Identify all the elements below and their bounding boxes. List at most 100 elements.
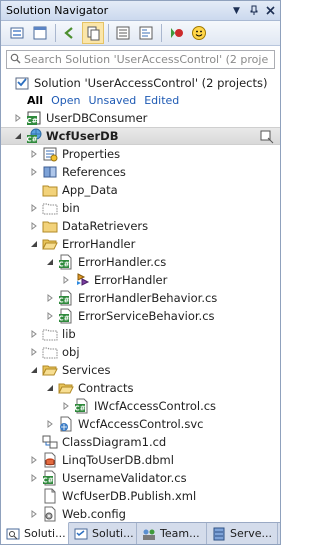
tree-item-label: ErrorServiceBehavior.cs xyxy=(78,309,215,323)
tree-item-label: Contracts xyxy=(78,381,134,395)
hidden-folder-icon xyxy=(42,200,58,216)
config-file-icon xyxy=(42,506,58,522)
csharp-file-icon: C# xyxy=(58,308,74,324)
tree-item[interactable]: References xyxy=(1,163,280,181)
tree-item[interactable]: WcfAccessControl.svc xyxy=(1,415,280,433)
collapsed-triangle-icon[interactable] xyxy=(29,167,39,177)
tree-item-label: ErrorHandlerBehavior.cs xyxy=(78,291,218,305)
tree-item[interactable]: bin xyxy=(1,199,280,217)
svg-text:C#: C# xyxy=(74,405,85,413)
collapsed-triangle-icon[interactable] xyxy=(29,221,39,231)
tree-item-label: WcfAccessControl.svc xyxy=(78,417,204,431)
expanded-triangle-icon[interactable] xyxy=(29,239,39,249)
tab-1[interactable]: Soluti... xyxy=(69,523,137,544)
tree-item[interactable]: LinqToUserDB.dbml xyxy=(1,451,280,469)
toolbar-separator xyxy=(55,24,56,42)
properties-icon xyxy=(42,146,58,162)
collapsed-triangle-icon[interactable] xyxy=(61,401,71,411)
filter-edited[interactable]: Edited xyxy=(144,94,179,107)
run-tests-icon[interactable] xyxy=(165,22,187,44)
back-icon[interactable] xyxy=(59,22,81,44)
tree-item[interactable]: C# UsernameValidator.cs xyxy=(1,469,280,487)
collapsed-triangle-icon[interactable] xyxy=(29,149,39,159)
search-row xyxy=(1,47,280,73)
solution-explorer-tab-icon xyxy=(73,526,89,542)
tree-item-label: UsernameValidator.cs xyxy=(62,471,187,485)
tree-item[interactable]: C# WcfUserDB xyxy=(1,127,280,145)
collapsed-triangle-icon[interactable] xyxy=(45,311,55,321)
class-icon xyxy=(74,272,90,288)
tree-item-label: Web.config xyxy=(62,507,126,521)
dbml-icon xyxy=(42,452,58,468)
collapsed-triangle-icon[interactable] xyxy=(45,293,55,303)
open-folder-icon xyxy=(58,380,74,396)
solution-node[interactable]: Solution 'UserAccessControl' (2 projects… xyxy=(14,75,267,91)
svg-text:C#: C# xyxy=(58,261,69,269)
tree-item[interactable]: App_Data xyxy=(1,181,280,199)
collapsed-triangle-icon[interactable] xyxy=(45,419,55,429)
tree-item[interactable]: C# IWcfAccessControl.cs xyxy=(1,397,280,415)
collapsed-triangle-icon[interactable] xyxy=(61,275,71,285)
tree-item-label: ErrorHandler xyxy=(94,273,168,287)
new-window-icon[interactable] xyxy=(29,22,51,44)
collapsed-triangle-icon[interactable] xyxy=(29,347,39,357)
tree-item-label: ErrorHandler.cs xyxy=(78,255,167,269)
tree-item[interactable]: C# ErrorHandler.cs xyxy=(1,253,280,271)
tree-item-label: LinqToUserDB.dbml xyxy=(62,453,174,467)
class-diagram-icon xyxy=(42,434,58,450)
collapse-all-icon[interactable] xyxy=(6,22,28,44)
svg-text:C#: C# xyxy=(58,315,69,323)
close-icon[interactable] xyxy=(263,3,278,19)
csharp-file-icon: C# xyxy=(74,398,90,414)
collapsed-triangle-icon[interactable] xyxy=(29,329,39,339)
collapsed-triangle-icon[interactable] xyxy=(13,113,23,123)
expanded-triangle-icon[interactable] xyxy=(29,365,39,375)
tree-item-label: WcfUserDB.Publish.xml xyxy=(62,489,197,503)
toolbar-separator xyxy=(161,24,162,42)
collapsed-triangle-icon[interactable] xyxy=(29,473,39,483)
tree-item-label: DataRetrievers xyxy=(62,219,149,233)
tree-item[interactable]: C# ErrorServiceBehavior.cs xyxy=(1,307,280,325)
collapsed-triangle-icon[interactable] xyxy=(29,455,39,465)
expanded-triangle-icon[interactable] xyxy=(45,383,55,393)
tree-item[interactable]: ErrorHandler xyxy=(1,235,280,253)
collapsed-triangle-icon[interactable] xyxy=(29,203,39,213)
tree-item-label: bin xyxy=(62,201,80,215)
filter-all[interactable]: All xyxy=(27,94,43,107)
view-code-icon[interactable] xyxy=(135,22,157,44)
filter-unsaved[interactable]: Unsaved xyxy=(88,94,136,107)
pin-icon[interactable] xyxy=(246,3,261,19)
tab-0[interactable]: Soluti... xyxy=(1,522,69,544)
search-box[interactable] xyxy=(6,50,275,69)
tree-item[interactable]: DataRetrievers xyxy=(1,217,280,235)
tree-item[interactable]: ClassDiagram1.cd xyxy=(1,433,280,451)
properties-window-icon[interactable] xyxy=(112,22,134,44)
solution-icon xyxy=(14,75,30,91)
tree-item[interactable]: C# UserDBConsumer xyxy=(1,109,280,127)
dropdown-icon[interactable]: ▼ xyxy=(229,3,244,19)
expanded-triangle-icon[interactable] xyxy=(13,131,23,141)
tree-item[interactable]: Web.config xyxy=(1,505,280,522)
tree-item[interactable]: lib xyxy=(1,325,280,343)
filter-open[interactable]: Open xyxy=(51,94,80,107)
title-bar: Solution Navigator ▼ xyxy=(1,1,280,21)
tab-2[interactable]: Team... xyxy=(137,523,207,544)
csharp-file-icon: C# xyxy=(58,254,74,270)
tree-item[interactable]: obj xyxy=(1,343,280,361)
hidden-folder-icon xyxy=(42,344,58,360)
tree-item[interactable]: C# ErrorHandlerBehavior.cs xyxy=(1,289,280,307)
tree-item[interactable]: WcfUserDB.Publish.xml xyxy=(1,487,280,505)
tree-item[interactable]: ErrorHandler xyxy=(1,271,280,289)
expanded-triangle-icon[interactable] xyxy=(45,257,55,267)
references-icon xyxy=(42,164,58,180)
tree-item[interactable]: Properties xyxy=(1,145,280,163)
show-files-icon[interactable] xyxy=(82,22,104,44)
smiley-feedback-icon[interactable] xyxy=(188,22,210,44)
collapsed-triangle-icon[interactable] xyxy=(29,509,39,519)
bottom-tab-strip: Soluti... Soluti... Team... Serve... xyxy=(1,522,280,544)
tab-3[interactable]: Serve... xyxy=(207,523,278,544)
tree-item[interactable]: Services xyxy=(1,361,280,379)
tree-item[interactable]: Contracts xyxy=(1,379,280,397)
open-folder-icon xyxy=(42,236,58,252)
search-input[interactable] xyxy=(21,53,274,66)
